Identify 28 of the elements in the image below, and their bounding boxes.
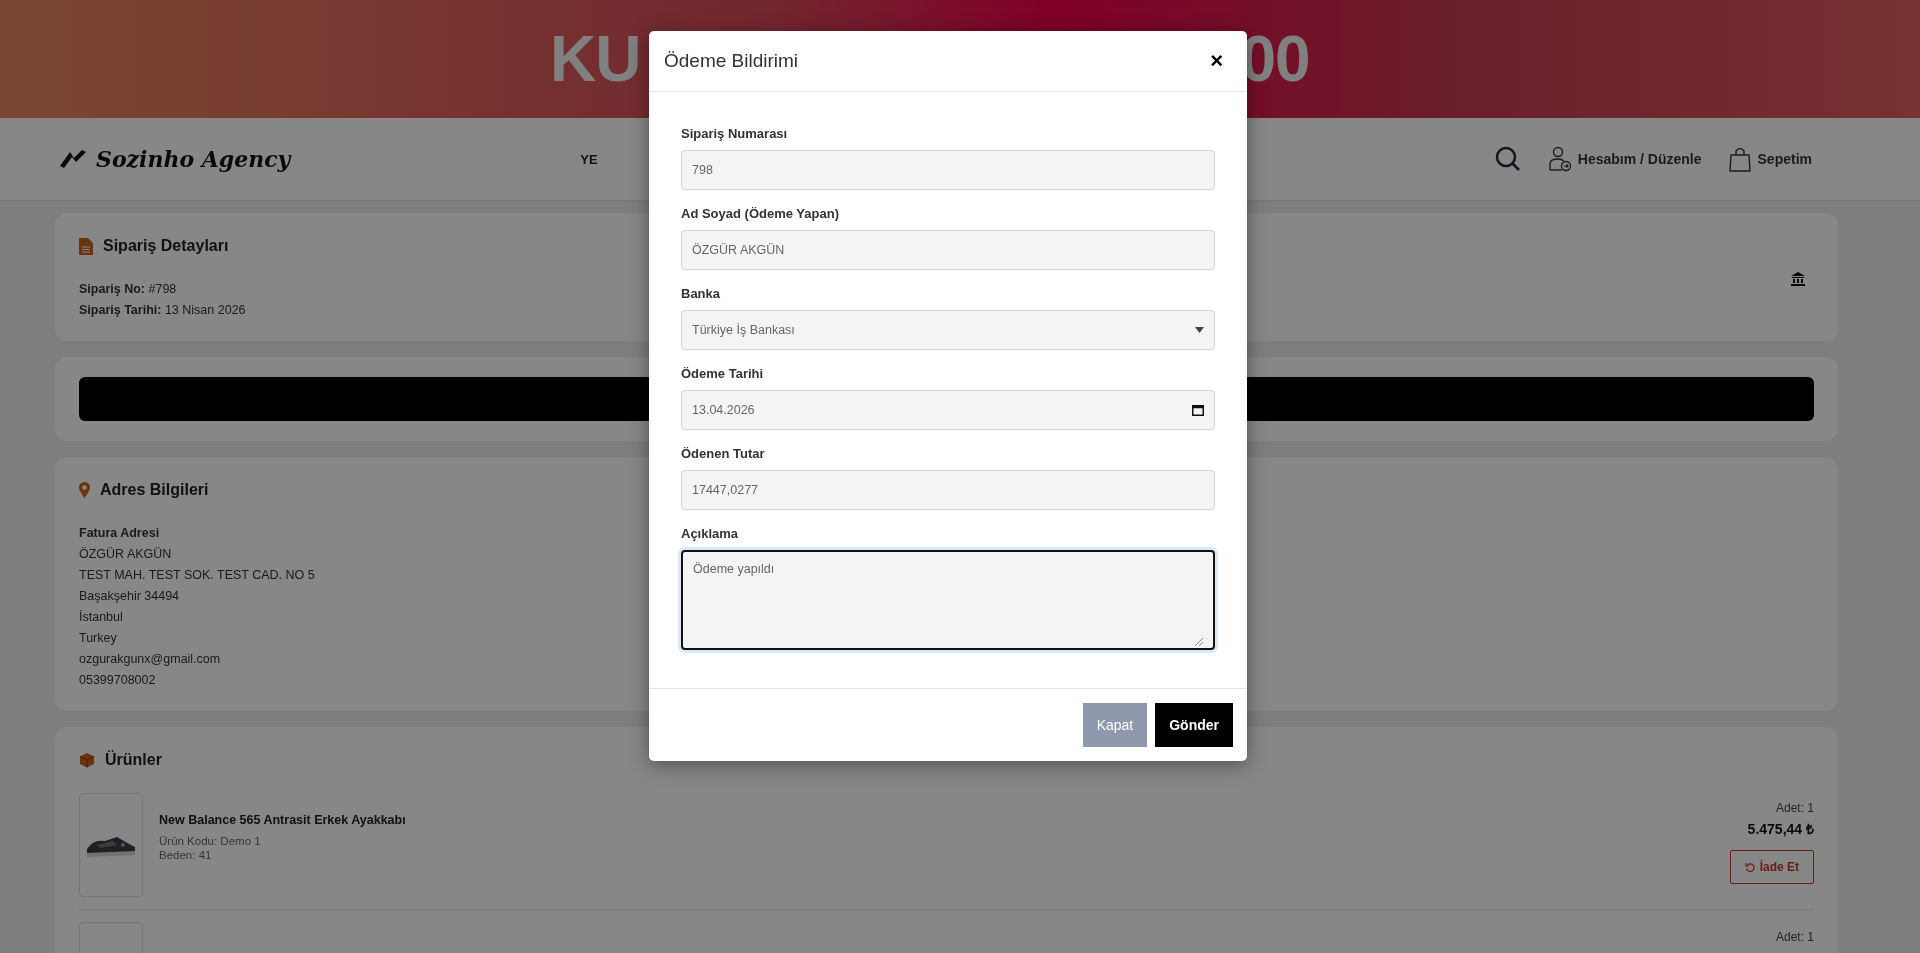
address-heading: Fatura Adresi — [79, 525, 160, 542]
logo-text: Sozinho Agency — [96, 146, 291, 172]
field-label: Ödenen Tutar — [681, 446, 766, 462]
address-line: Turkey — [79, 630, 117, 647]
address-line: ozgurakgunx@gmail.com — [79, 651, 221, 668]
product-name: New Balance 565 Antrasit Erkek Ayakkabı — [159, 813, 407, 827]
field-label: Banka — [681, 286, 722, 302]
field-label: Ödeme Tarihi — [681, 366, 765, 382]
address-line: Başakşehir 34494 — [79, 588, 180, 605]
product-size: Beden: 41 — [159, 849, 213, 861]
dialog-title: Ödeme Bildirimi — [664, 50, 799, 72]
order-field: Sipariş No: #798 — [79, 279, 177, 300]
quantity: Adet: 1 — [1775, 930, 1814, 944]
price: 5.475,44 ₺ — [1747, 820, 1814, 838]
product-code: Ürün Kodu: Demo 1 — [159, 835, 262, 847]
banner-text: KU — [550, 22, 641, 96]
address-line: 05399708002 — [79, 672, 156, 689]
field-label: Açıklama — [681, 526, 740, 542]
card-title: Adres Bilgileri — [100, 481, 209, 499]
field-label: Sipariş Numarası — [681, 126, 789, 142]
card-title: Sipariş Detayları — [103, 237, 229, 255]
quantity: Adet: 1 — [1775, 801, 1814, 815]
field-label: Ad Soyad (Ödeme Yapan) — [681, 206, 840, 222]
card-title: Ürünler — [105, 751, 162, 769]
address-line: İstanbul — [79, 609, 123, 626]
address-line: TEST MAH. TEST SOK. TEST CAD. NO 5 — [79, 567, 315, 584]
order-field: Sipariş Tarihi: 13 Nisan 2026 — [79, 300, 246, 321]
address-line: ÖZGÜR AKGÜN — [79, 546, 172, 563]
